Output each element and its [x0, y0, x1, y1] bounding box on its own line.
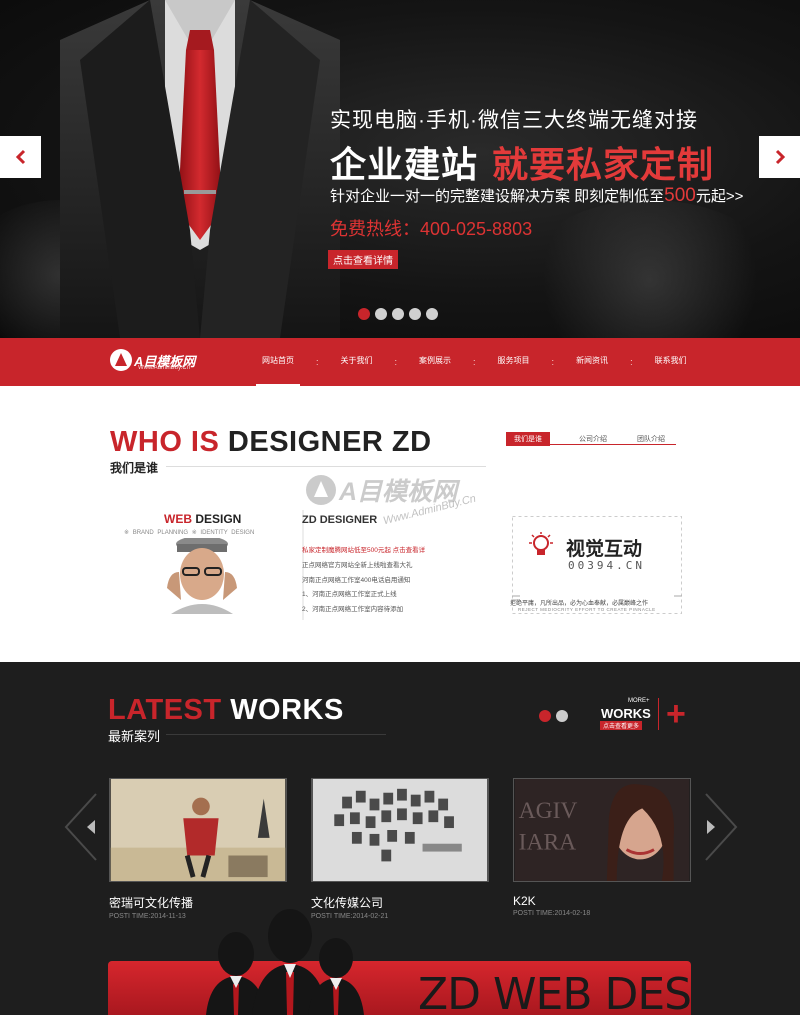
nav-item-services[interactable]: 服务项目: [476, 338, 552, 386]
divider: [658, 698, 659, 730]
banner-text: ZD WEB DESIGN: [418, 969, 691, 1015]
about-title-dark: DESIGNER ZD: [227, 426, 432, 458]
about-title: WHO IS DESIGNER ZD: [110, 426, 432, 459]
nav-item-contact[interactable]: 联系我们: [633, 338, 709, 386]
works-title: LATEST WORKS: [108, 694, 344, 727]
works-subtitle: 最新案列: [108, 729, 161, 744]
list-item[interactable]: 正点网络官方网站全新上线啦查看大礼: [302, 559, 425, 574]
about-subtitle: 我们是谁: [110, 461, 159, 475]
slide-dot[interactable]: [358, 308, 370, 320]
case-card[interactable]: AGIV IARA K2K POSTI TIME:2014-02-18: [513, 778, 691, 917]
case-thumbnail: AGIV IARA: [513, 778, 691, 882]
slide-dot[interactable]: [392, 308, 404, 320]
logo-mark-icon: [110, 349, 132, 371]
hero-offer-price: 500: [664, 185, 696, 206]
businessmen-illustration: [206, 909, 364, 1015]
hero-headline: 实现电脑·手机·微信三大终端无缝对接: [330, 109, 698, 132]
slide-dot[interactable]: [375, 308, 387, 320]
chevron-left-icon: [87, 820, 95, 834]
list-item[interactable]: 私家定制魔腾网站低至500元起 点击查看详: [302, 544, 425, 559]
suit-illustration: [60, 0, 340, 338]
works-section: LATEST WORKS 最新案列 MORE+ WORKS 点击查看更多 + 密…: [0, 662, 800, 1015]
chevron-right-icon: [707, 820, 715, 834]
detail-button[interactable]: 点击查看详情: [328, 250, 398, 269]
case-thumbnail: [311, 778, 489, 882]
web-design-tags: ※ BRAND PLANNING ※ IDENTITY DESIGN: [124, 530, 255, 536]
chevron-right-icon: [775, 149, 785, 165]
hero-tagline-red: 就要私家定制: [492, 144, 715, 185]
plus-icon[interactable]: +: [666, 697, 686, 731]
page-dot[interactable]: [539, 710, 551, 722]
nav-item-cases[interactable]: 案例展示: [397, 338, 473, 386]
designer-photo: [133, 538, 271, 614]
divider: [166, 466, 486, 467]
about-section: WHO IS DESIGNER ZD 我们是谁 我们是谁 公司介绍 团队介绍 A…: [0, 386, 800, 662]
list-item[interactable]: 河南正点网络工作室400电话启用通知: [302, 574, 425, 589]
hero-offer-suffix: 元起>>: [695, 188, 744, 205]
hero-tagline: 企业建站 就要私家定制: [330, 136, 714, 188]
logo-subtitle: Www.AdminBuy.Cn: [138, 365, 190, 371]
web-design-red: WEB: [164, 512, 192, 526]
list-item[interactable]: 2、河南正点网络工作室内容待添加: [302, 603, 425, 618]
page-dot[interactable]: [556, 710, 568, 722]
slide-dot[interactable]: [409, 308, 421, 320]
brand-slogan-en: REJECT MEDIOCRITY EFFORT TO CREATE PINNA…: [518, 607, 656, 612]
more-label: MORE+: [628, 698, 650, 704]
divider: [166, 734, 386, 735]
lightbulb-icon: [529, 532, 553, 555]
zd-title: ZD DESIGNER: [302, 514, 378, 526]
list-item[interactable]: 1、河南正点网络工作室正式上线: [302, 588, 425, 603]
case-thumbnail: [109, 778, 287, 882]
works-next-button[interactable]: [700, 792, 740, 862]
svg-text:IARA: IARA: [519, 830, 576, 856]
case-time: POSTI TIME:2014-02-18: [513, 910, 591, 917]
slide-dot[interactable]: [426, 308, 438, 320]
chevron-left-icon: [15, 149, 25, 165]
brand-number: 00394.CN: [568, 559, 645, 572]
web-design-dark: DESIGN: [195, 512, 242, 526]
zd-news-list: 私家定制魔腾网站低至500元起 点击查看详 正点网络官方网站全新上线啦查看大礼 …: [302, 544, 425, 618]
next-slide-button[interactable]: [759, 136, 800, 178]
hero-tagline-white: 企业建站: [330, 144, 479, 185]
more-tag[interactable]: 点击查看更多: [600, 721, 643, 730]
svg-text:AGIV: AGIV: [519, 798, 578, 824]
zd-web-design-banner: ZD WEB DESIGN: [108, 961, 691, 1015]
hero-offer: 针对企业一对一的完整建设解决方案 即刻定制低至500元起>>: [330, 185, 743, 207]
works-prev-button[interactable]: [62, 792, 102, 862]
hero-hotline: 免费热线：400-025-8803: [330, 219, 533, 239]
case-name[interactable]: K2K: [513, 894, 691, 908]
nav-item-about[interactable]: 关于我们: [319, 338, 395, 386]
hero-banner: 实现电脑·手机·微信三大终端无缝对接 企业建站 就要私家定制 针对企业一对一的完整…: [0, 0, 800, 338]
main-nav: A目模板网 Www.AdminBuy.Cn 网站首页 : 关于我们 : 案例展示…: [0, 338, 800, 386]
more-works-link[interactable]: WORKS: [601, 706, 651, 721]
nav-item-home[interactable]: 网站首页: [240, 338, 316, 386]
slide-dots: [358, 308, 438, 320]
nav-item-news[interactable]: 新闻资讯: [554, 338, 630, 386]
prev-slide-button[interactable]: [0, 136, 41, 178]
web-design-title: WEB DESIGN: [164, 512, 241, 526]
works-page-dots: [539, 710, 568, 722]
divider: [506, 444, 676, 445]
brand-slogan: 拒绝平庸，凡所出品，必为心血奉献，必属巅峰之作: [510, 601, 649, 607]
works-title-dark: WORKS: [230, 694, 344, 726]
about-title-red: WHO IS: [110, 426, 220, 458]
works-title-red: LATEST: [108, 694, 222, 726]
smoke-decoration: [520, 200, 780, 338]
brand-name: 视觉互动: [566, 539, 643, 560]
nav-items: 网站首页 : 关于我们 : 案例展示 : 服务项目 : 新闻资讯 : 联系我们: [240, 338, 709, 386]
watermark-logo-icon: [306, 475, 336, 505]
hero-offer-prefix: 针对企业一对一的完整建设解决方案 即刻定制低至: [330, 188, 665, 205]
